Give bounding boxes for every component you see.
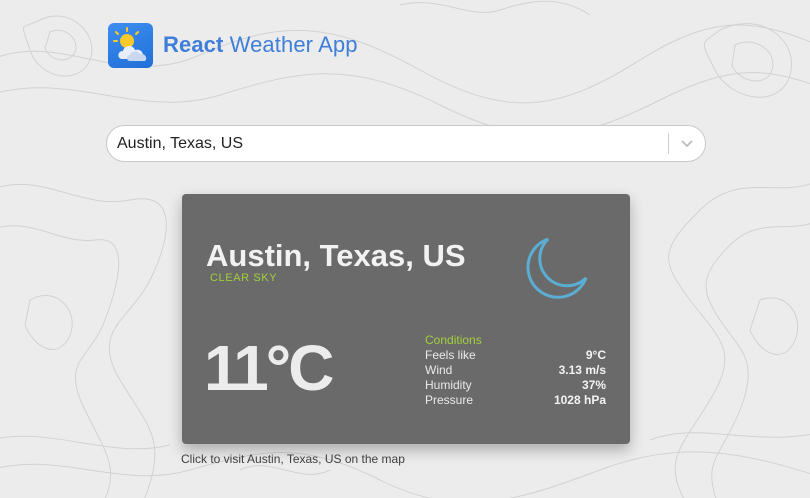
weather-card[interactable]: Austin, Texas, US CLEAR SKY 11°C Conditi… — [182, 194, 630, 444]
app-title-rest: Weather App — [223, 32, 358, 57]
sun-behind-cloud-icon — [108, 22, 153, 68]
detail-row-wind: Wind 3.13 m/s — [425, 363, 606, 378]
city-name: Austin, Texas, US — [206, 238, 466, 273]
app-header: React Weather App — [108, 22, 358, 68]
detail-row-pressure: Pressure 1028 hPa — [425, 393, 606, 408]
chevron-down-icon[interactable] — [669, 125, 705, 162]
crescent-moon-icon — [526, 237, 588, 299]
detail-row-feels-like: Feels like 9°C — [425, 348, 606, 363]
detail-label: Feels like — [425, 348, 476, 362]
app-title: React Weather App — [163, 32, 358, 58]
detail-value: 3.13 m/s — [558, 363, 606, 377]
app-title-bold: React — [163, 32, 224, 57]
temperature: 11°C — [204, 332, 334, 404]
detail-value: 1028 hPa — [553, 393, 606, 407]
location-select[interactable]: Austin, Texas, US — [106, 125, 706, 162]
conditions-panel: Conditions Feels like 9°C Wind 3.13 m/s … — [425, 333, 606, 408]
detail-label: Wind — [425, 363, 453, 377]
detail-value: 9°C — [585, 348, 606, 362]
weather-description: CLEAR SKY — [210, 272, 278, 284]
detail-label: Pressure — [425, 393, 474, 407]
map-link[interactable]: Click to visit Austin, Texas, US on the … — [181, 452, 405, 466]
conditions-heading: Conditions — [425, 333, 482, 347]
detail-value: 37% — [581, 378, 606, 392]
detail-label: Humidity — [425, 378, 472, 392]
detail-row-humidity: Humidity 37% — [425, 378, 606, 393]
location-select-value[interactable]: Austin, Texas, US — [107, 135, 668, 153]
